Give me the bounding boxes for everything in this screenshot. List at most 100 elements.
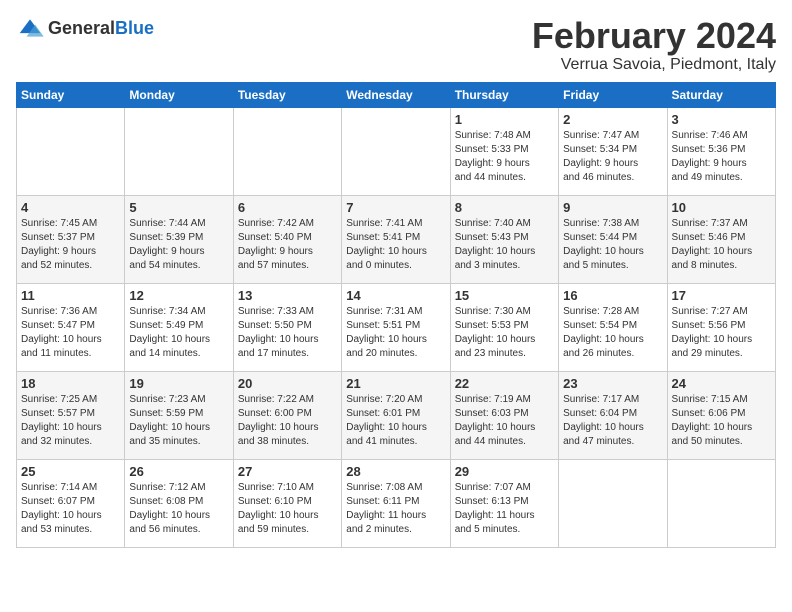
day-number: 21 [346,376,445,391]
calendar-cell: 20 Sunrise: 7:22 AM Sunset: 6:00 PM Dayli… [233,371,341,459]
day-number: 23 [563,376,662,391]
calendar-week-row: 18 Sunrise: 7:25 AM Sunset: 5:57 PM Dayli… [17,371,776,459]
calendar-cell: 3 Sunrise: 7:46 AM Sunset: 5:36 PM Daylig… [667,107,775,195]
calendar-cell [233,107,341,195]
calendar-cell: 17 Sunrise: 7:27 AM Sunset: 5:56 PM Dayli… [667,283,775,371]
calendar-week-row: 1 Sunrise: 7:48 AM Sunset: 5:33 PM Daylig… [17,107,776,195]
day-info: Sunrise: 7:14 AM Sunset: 6:07 PM Dayligh… [21,481,120,537]
calendar-cell [125,107,233,195]
weekday-header: Wednesday [342,82,450,107]
calendar-cell: 22 Sunrise: 7:19 AM Sunset: 6:03 PM Dayli… [450,371,558,459]
day-info: Sunrise: 7:27 AM Sunset: 5:56 PM Dayligh… [672,305,771,361]
day-number: 11 [21,288,120,303]
day-info: Sunrise: 7:12 AM Sunset: 6:08 PM Dayligh… [129,481,228,537]
day-number: 1 [455,112,554,127]
day-number: 13 [238,288,337,303]
calendar-week-row: 11 Sunrise: 7:36 AM Sunset: 5:47 PM Dayli… [17,283,776,371]
day-number: 29 [455,464,554,479]
logo-text: General Blue [48,18,154,39]
day-number: 17 [672,288,771,303]
calendar-cell: 1 Sunrise: 7:48 AM Sunset: 5:33 PM Daylig… [450,107,558,195]
day-number: 4 [21,200,120,215]
calendar-cell: 23 Sunrise: 7:17 AM Sunset: 6:04 PM Dayli… [559,371,667,459]
calendar-cell [559,459,667,547]
calendar-week-row: 4 Sunrise: 7:45 AM Sunset: 5:37 PM Daylig… [17,195,776,283]
day-number: 28 [346,464,445,479]
day-info: Sunrise: 7:47 AM Sunset: 5:34 PM Dayligh… [563,129,662,185]
calendar-cell: 11 Sunrise: 7:36 AM Sunset: 5:47 PM Dayli… [17,283,125,371]
day-number: 22 [455,376,554,391]
day-number: 6 [238,200,337,215]
day-info: Sunrise: 7:28 AM Sunset: 5:54 PM Dayligh… [563,305,662,361]
calendar-cell: 8 Sunrise: 7:40 AM Sunset: 5:43 PM Daylig… [450,195,558,283]
day-info: Sunrise: 7:38 AM Sunset: 5:44 PM Dayligh… [563,217,662,273]
weekday-header: Sunday [17,82,125,107]
calendar-cell: 7 Sunrise: 7:41 AM Sunset: 5:41 PM Daylig… [342,195,450,283]
day-info: Sunrise: 7:31 AM Sunset: 5:51 PM Dayligh… [346,305,445,361]
weekday-header: Friday [559,82,667,107]
day-number: 8 [455,200,554,215]
day-number: 7 [346,200,445,215]
day-info: Sunrise: 7:07 AM Sunset: 6:13 PM Dayligh… [455,481,554,537]
calendar-body: 1 Sunrise: 7:48 AM Sunset: 5:33 PM Daylig… [17,107,776,547]
logo-blue: Blue [115,18,154,39]
calendar-cell [342,107,450,195]
day-number: 5 [129,200,228,215]
calendar-title: February 2024 [532,16,776,56]
calendar-cell: 21 Sunrise: 7:20 AM Sunset: 6:01 PM Dayli… [342,371,450,459]
day-info: Sunrise: 7:19 AM Sunset: 6:03 PM Dayligh… [455,393,554,449]
calendar-cell: 2 Sunrise: 7:47 AM Sunset: 5:34 PM Daylig… [559,107,667,195]
calendar-cell: 19Sunrise: 7:23 AM Sunset: 5:59 PM Dayli… [125,371,233,459]
day-info: Sunrise: 7:08 AM Sunset: 6:11 PM Dayligh… [346,481,445,537]
calendar-cell: 4 Sunrise: 7:45 AM Sunset: 5:37 PM Daylig… [17,195,125,283]
day-info: Sunrise: 7:17 AM Sunset: 6:04 PM Dayligh… [563,393,662,449]
day-number: 19 [129,376,228,391]
day-number: 24 [672,376,771,391]
day-number: 3 [672,112,771,127]
calendar-table: SundayMondayTuesdayWednesdayThursdayFrid… [16,82,776,548]
day-info: Sunrise: 7:42 AM Sunset: 5:40 PM Dayligh… [238,217,337,273]
weekday-header: Tuesday [233,82,341,107]
weekday-header: Thursday [450,82,558,107]
day-info: Sunrise: 7:33 AM Sunset: 5:50 PM Dayligh… [238,305,337,361]
calendar-cell: 24Sunrise: 7:15 AM Sunset: 6:06 PM Dayli… [667,371,775,459]
day-info: Sunrise: 7:25 AM Sunset: 5:57 PM Dayligh… [21,393,120,449]
day-info: Sunrise: 7:20 AM Sunset: 6:01 PM Dayligh… [346,393,445,449]
calendar-cell: 25 Sunrise: 7:14 AM Sunset: 6:07 PM Dayli… [17,459,125,547]
calendar-cell: 27Sunrise: 7:10 AM Sunset: 6:10 PM Dayli… [233,459,341,547]
calendar-cell: 26Sunrise: 7:12 AM Sunset: 6:08 PM Dayli… [125,459,233,547]
day-info: Sunrise: 7:46 AM Sunset: 5:36 PM Dayligh… [672,129,771,185]
day-info: Sunrise: 7:48 AM Sunset: 5:33 PM Dayligh… [455,129,554,185]
calendar-cell: 6 Sunrise: 7:42 AM Sunset: 5:40 PM Daylig… [233,195,341,283]
title-block: February 2024 Verrua Savoia, Piedmont, I… [532,16,776,74]
day-number: 10 [672,200,771,215]
logo-icon [16,16,44,40]
logo: General Blue [16,16,154,40]
calendar-cell: 5Sunrise: 7:44 AM Sunset: 5:39 PM Daylig… [125,195,233,283]
day-info: Sunrise: 7:40 AM Sunset: 5:43 PM Dayligh… [455,217,554,273]
calendar-cell: 18 Sunrise: 7:25 AM Sunset: 5:57 PM Dayli… [17,371,125,459]
day-info: Sunrise: 7:45 AM Sunset: 5:37 PM Dayligh… [21,217,120,273]
day-number: 14 [346,288,445,303]
calendar-cell: 12Sunrise: 7:34 AM Sunset: 5:49 PM Dayli… [125,283,233,371]
calendar-cell: 15 Sunrise: 7:30 AM Sunset: 5:53 PM Dayli… [450,283,558,371]
day-info: Sunrise: 7:22 AM Sunset: 6:00 PM Dayligh… [238,393,337,449]
day-number: 15 [455,288,554,303]
calendar-week-row: 25 Sunrise: 7:14 AM Sunset: 6:07 PM Dayli… [17,459,776,547]
day-info: Sunrise: 7:30 AM Sunset: 5:53 PM Dayligh… [455,305,554,361]
day-number: 2 [563,112,662,127]
calendar-subtitle: Verrua Savoia, Piedmont, Italy [532,56,776,74]
day-number: 9 [563,200,662,215]
day-number: 12 [129,288,228,303]
calendar-cell [667,459,775,547]
day-number: 25 [21,464,120,479]
calendar-cell: 13 Sunrise: 7:33 AM Sunset: 5:50 PM Dayli… [233,283,341,371]
calendar-cell: 16Sunrise: 7:28 AM Sunset: 5:54 PM Dayli… [559,283,667,371]
weekday-header: Monday [125,82,233,107]
day-number: 18 [21,376,120,391]
calendar-cell: 9 Sunrise: 7:38 AM Sunset: 5:44 PM Daylig… [559,195,667,283]
header-row: SundayMondayTuesdayWednesdayThursdayFrid… [17,82,776,107]
day-info: Sunrise: 7:41 AM Sunset: 5:41 PM Dayligh… [346,217,445,273]
day-info: Sunrise: 7:36 AM Sunset: 5:47 PM Dayligh… [21,305,120,361]
day-number: 20 [238,376,337,391]
